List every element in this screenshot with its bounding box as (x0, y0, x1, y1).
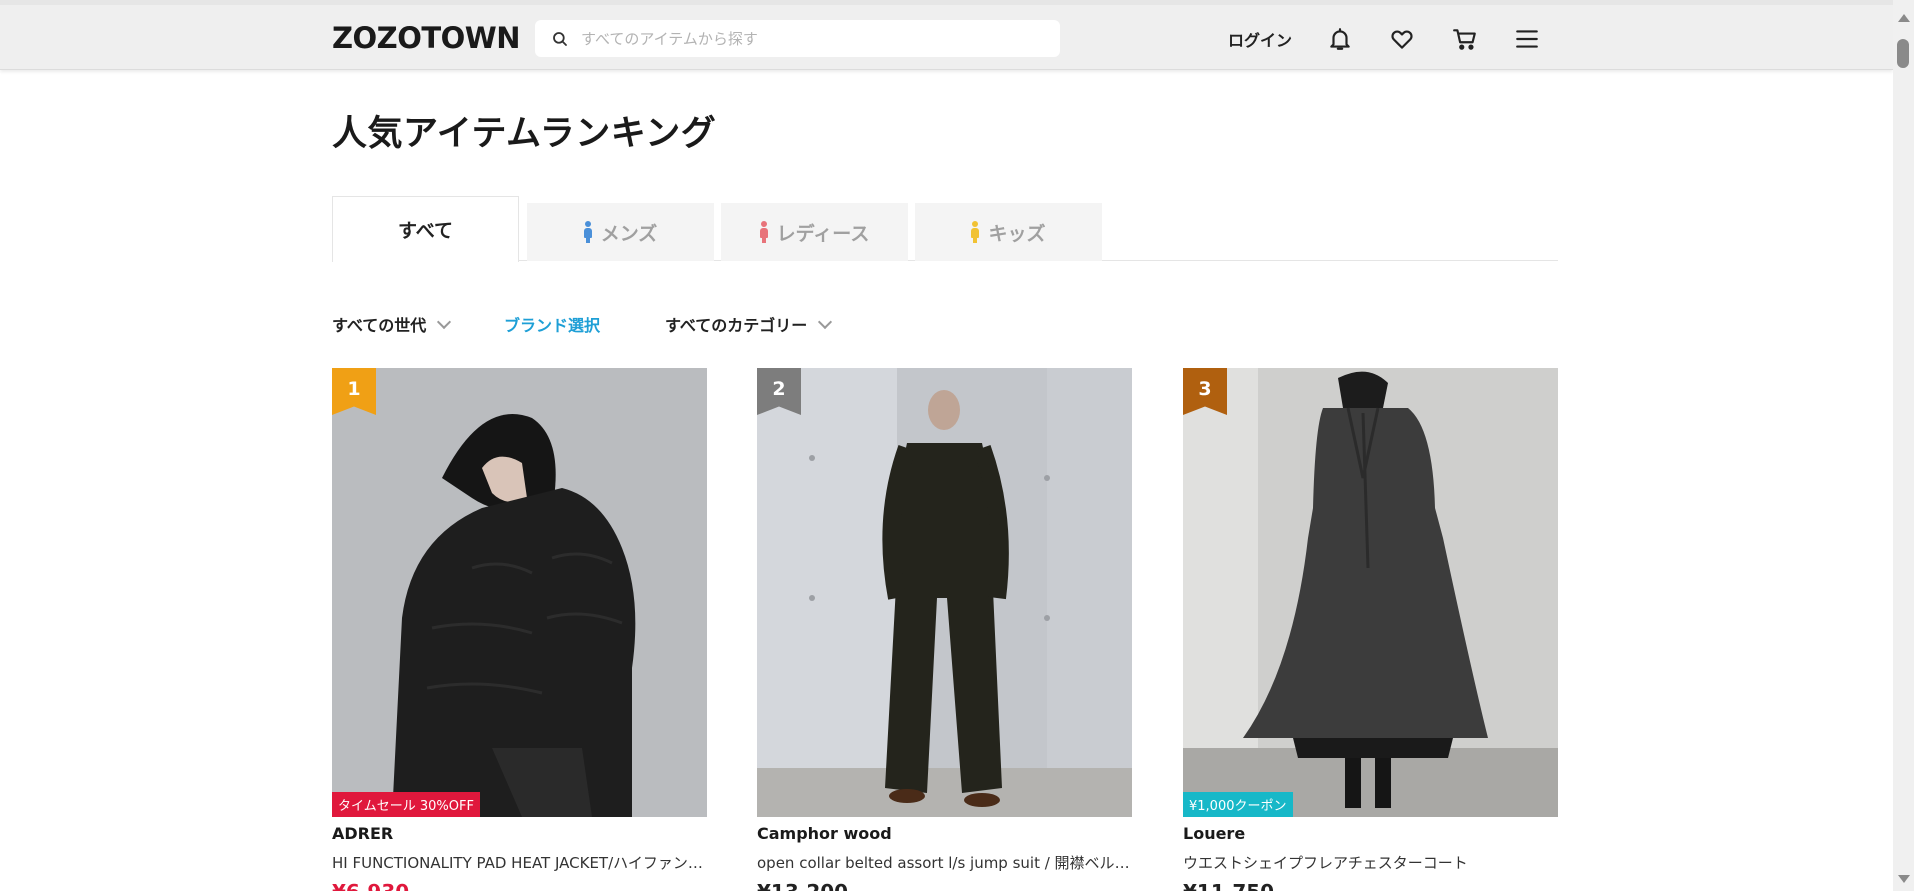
brand-select-link[interactable]: ブランド選択 (504, 312, 600, 336)
tab-kids[interactable]: キッズ (915, 203, 1102, 261)
product-price: ¥11,750 (1183, 880, 1558, 891)
product-price: ¥13,200 (757, 880, 1132, 891)
female-icon (759, 221, 768, 243)
notification-button[interactable] (1325, 24, 1355, 54)
menu-icon (1516, 30, 1538, 48)
tab-label: メンズ (600, 222, 658, 245)
product-card[interactable]: 1 タイムセール 30%OFF ADRER HI FUNCTIONALITY P… (332, 368, 707, 891)
product-name[interactable]: open collar belted assort l/s jump suit … (757, 852, 1132, 873)
site-header: ZOZOTOWN ログイン (0, 0, 1893, 70)
male-icon (583, 221, 592, 243)
tab-label: すべて (398, 220, 453, 242)
product-card[interactable]: 2 Camphor wood open collar belted assort… (757, 368, 1132, 891)
tab-label: レディース (776, 222, 870, 245)
product-price: ¥6,930 (332, 880, 707, 891)
product-card[interactable]: 3 ¥1,000クーポン Louere ウエストシェイプフレアチェスターコート … (1183, 368, 1558, 891)
cart-icon (1453, 29, 1476, 50)
category-filter[interactable]: すべてのカテゴリー (665, 312, 833, 336)
product-name[interactable]: HI FUNCTIONALITY PAD HEAT JACKET/ハイファンクシ… (332, 852, 707, 873)
child-icon (971, 221, 980, 243)
tab-all[interactable]: すべて (332, 196, 519, 262)
scrollbar-thumb[interactable] (1897, 39, 1909, 68)
search-icon (553, 31, 567, 46)
product-photo-coat (1183, 368, 1558, 817)
brand-select-label: ブランド選択 (504, 316, 601, 335)
vertical-scrollbar[interactable] (1893, 0, 1914, 891)
coupon-badge: ¥1,000クーポン (1183, 792, 1293, 817)
search-bar[interactable] (535, 20, 1060, 57)
product-image[interactable]: 3 ¥1,000クーポン (1183, 368, 1558, 817)
tab-ladies[interactable]: レディース (721, 203, 908, 261)
product-brand[interactable]: ADRER (332, 824, 707, 843)
gender-tabs: すべて メンズ レディース キッズ (332, 196, 1558, 262)
product-image[interactable]: 1 タイムセール 30%OFF (332, 368, 707, 817)
chevron-down-icon (437, 314, 452, 329)
search-input[interactable] (581, 29, 1041, 48)
heart-icon (1391, 30, 1413, 49)
generation-filter-label: すべての世代 (332, 316, 427, 335)
product-photo-jumpsuit (757, 368, 1132, 817)
zozotown-logo[interactable]: ZOZOTOWN (332, 21, 521, 55)
menu-button[interactable] (1512, 24, 1542, 54)
product-brand[interactable]: Louere (1183, 824, 1558, 843)
bell-icon (1330, 28, 1350, 50)
cart-button[interactable] (1450, 24, 1480, 54)
generation-filter[interactable]: すべての世代 (332, 312, 452, 336)
tab-mens[interactable]: メンズ (527, 203, 714, 261)
product-photo-puffer-jacket (332, 368, 707, 817)
favorites-button[interactable] (1387, 24, 1417, 54)
tab-label: キッズ (988, 222, 1046, 245)
scroll-up-arrow-icon[interactable] (1898, 14, 1910, 22)
login-link[interactable]: ログイン (1228, 27, 1292, 51)
chevron-down-icon (818, 314, 833, 329)
sale-badge: タイムセール 30%OFF (332, 792, 480, 817)
category-filter-label: すべてのカテゴリー (665, 316, 808, 335)
product-name[interactable]: ウエストシェイプフレアチェスターコート (1183, 852, 1558, 873)
page-viewport: ZOZOTOWN ログイン (0, 0, 1893, 891)
page-title: 人気アイテムランキング (332, 114, 717, 154)
scroll-down-arrow-icon[interactable] (1898, 875, 1910, 883)
product-image[interactable]: 2 (757, 368, 1132, 817)
product-brand[interactable]: Camphor wood (757, 824, 1132, 843)
